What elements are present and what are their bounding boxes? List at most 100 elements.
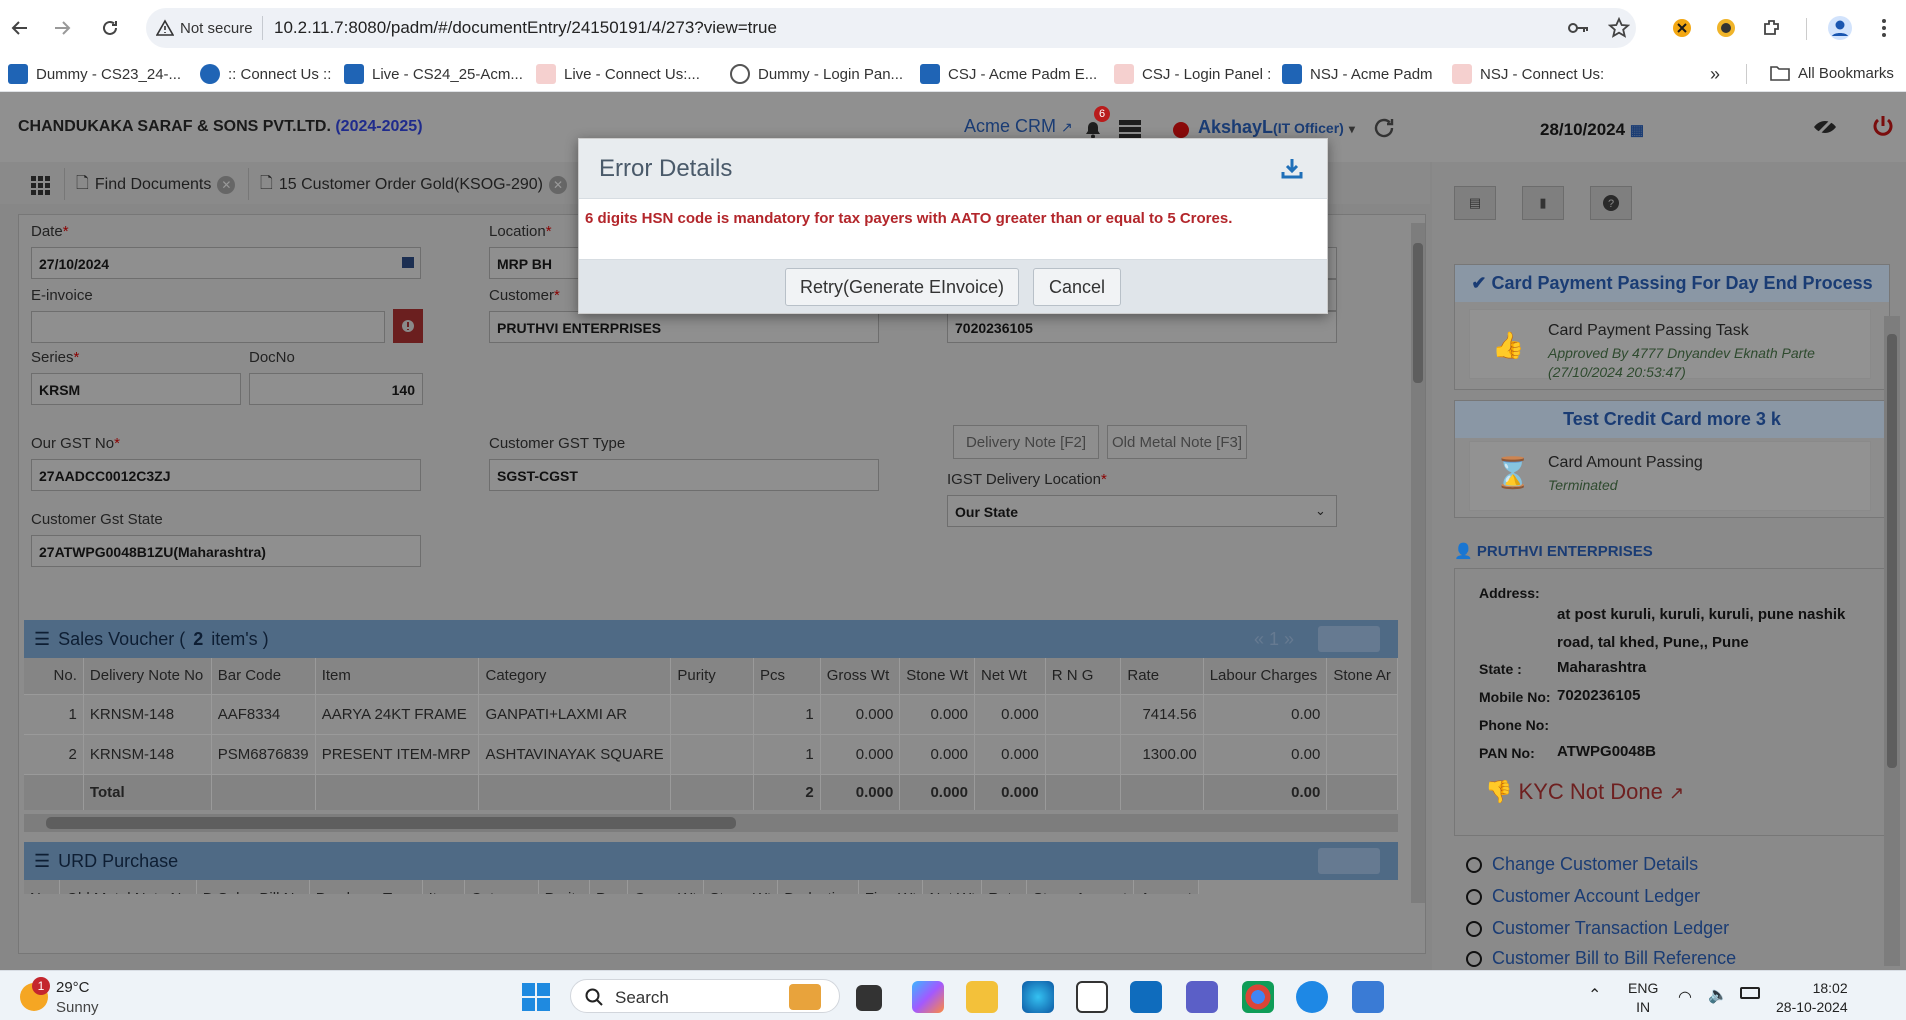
column-header[interactable]: Rate — [1120, 658, 1204, 694]
page-size-select[interactable] — [1318, 626, 1380, 652]
our-gst-field[interactable]: 27AADCC0012C3ZJ — [31, 459, 421, 491]
taskbar-search[interactable]: Search — [570, 979, 840, 1013]
column-header[interactable]: Purity — [538, 880, 590, 894]
table-row[interactable]: 1 KRNSM-148 AAF8334 AARYA 24KT FRAME GANPATI… — [24, 693, 1398, 734]
column-header[interactable]: No. — [24, 658, 84, 694]
bookmark-item[interactable]: Live - Connect Us:... — [536, 64, 700, 84]
column-header[interactable]: Gross Wt — [627, 880, 704, 894]
list-view-icon[interactable]: ▤ — [1454, 186, 1496, 220]
security-chip[interactable]: Not secure — [156, 16, 253, 40]
column-header[interactable]: Purchase Type — [309, 880, 423, 894]
column-header[interactable]: Item — [422, 880, 465, 894]
notepad-icon[interactable] — [1352, 981, 1384, 1013]
igst-select[interactable]: Our State — [947, 495, 1337, 527]
page-size-select[interactable] — [1318, 848, 1380, 874]
column-header[interactable]: Stone Ar — [1326, 658, 1398, 694]
book-icon[interactable]: ▮ — [1522, 186, 1564, 220]
scrollbar-thumb[interactable] — [1887, 334, 1897, 768]
address-bar[interactable]: Not secure 10.2.11.7:8080/padm/#/documen… — [146, 8, 1636, 48]
form-scrollbar[interactable] — [1411, 223, 1425, 903]
bookmark-item[interactable]: Dummy - Login Pan... — [730, 64, 903, 84]
column-header[interactable]: Stone Wt — [899, 658, 975, 694]
bookmark-star-icon[interactable] — [1608, 17, 1630, 39]
change-customer-link[interactable]: Change Customer Details — [1466, 854, 1698, 875]
mobile-field[interactable]: 7020236105 — [947, 311, 1337, 343]
all-bookmarks-button[interactable]: All Bookmarks — [1770, 64, 1894, 82]
extension-icon-1[interactable] — [1668, 14, 1696, 42]
customer-bill-link[interactable]: Customer Bill to Bill Reference — [1466, 948, 1736, 970]
app-date[interactable]: 28/10/2024 ▦ — [1540, 120, 1644, 140]
column-header[interactable]: Pcs — [589, 880, 629, 894]
bookmark-item[interactable]: CSJ - Login Panel : — [1114, 64, 1271, 84]
bookmark-item[interactable]: Dummy - CS23_24-... — [8, 64, 181, 84]
close-tab-icon[interactable]: ✕ — [217, 176, 236, 194]
tab-find-documents[interactable]: 🗋 Find Documents ✕ — [76, 170, 236, 200]
url-text[interactable]: 10.2.11.7:8080/padm/#/documentEntry/2415… — [274, 18, 777, 38]
chevron-up-icon[interactable]: ⌃ — [1588, 985, 1601, 1005]
docno-field[interactable]: 140 — [249, 373, 423, 405]
cust-gst-type-field[interactable]: SGST-CGST — [489, 459, 879, 491]
delivery-note-button[interactable]: Delivery Note [F2] — [953, 425, 1099, 459]
column-header[interactable]: D.Sales Bill No — [196, 880, 310, 894]
forward-button[interactable] — [46, 12, 78, 44]
customer-ledger-link[interactable]: Customer Account Ledger — [1466, 886, 1700, 907]
column-header[interactable]: No. — [24, 880, 61, 894]
battery-icon[interactable] — [1740, 987, 1760, 999]
pager[interactable]: « 1 » — [1254, 629, 1294, 650]
column-header[interactable]: Old Metal Note No — [59, 880, 197, 894]
task-item[interactable]: 👍 Card Payment Passing Task Approved By … — [1469, 309, 1871, 380]
phone-icon[interactable] — [1296, 981, 1328, 1013]
column-header[interactable]: Purity — [670, 658, 754, 694]
copilot-icon[interactable] — [912, 981, 944, 1013]
column-header[interactable]: Item — [315, 658, 480, 694]
language-indicator[interactable]: ENG IN — [1628, 979, 1658, 1017]
series-field[interactable]: KRSM — [31, 373, 241, 405]
cancel-button[interactable]: Cancel — [1033, 268, 1121, 306]
browser-menu-icon[interactable] — [1870, 14, 1898, 42]
column-header[interactable]: Category — [478, 658, 672, 694]
more-bookmarks-button[interactable]: » — [1710, 64, 1720, 85]
table-horizontal-scrollbar[interactable] — [24, 814, 1398, 832]
task-item[interactable]: ⌛ Card Amount Passing Terminated — [1469, 441, 1871, 511]
column-header[interactable]: Net Wt — [922, 880, 983, 894]
scrollbar-thumb[interactable] — [46, 817, 736, 829]
einvoice-info-button[interactable] — [393, 309, 423, 343]
profile-avatar-icon[interactable] — [1826, 14, 1854, 42]
date-field[interactable]: 27/10/2024 — [31, 247, 421, 279]
column-header[interactable]: Delivery Note No — [83, 658, 212, 694]
column-header[interactable]: Stone Wt — [703, 880, 779, 894]
customer-field[interactable]: PRUTHVI ENTERPRISES — [489, 311, 879, 343]
column-header[interactable]: Bar Code — [211, 658, 316, 694]
refresh-icon[interactable] — [1372, 116, 1396, 140]
column-header[interactable]: Amount — [1133, 880, 1199, 894]
file-explorer-icon[interactable] — [966, 981, 998, 1013]
column-header[interactable]: Gross Wt — [820, 658, 901, 694]
download-icon[interactable] — [1281, 157, 1303, 179]
volume-icon[interactable]: 🔈 — [1708, 985, 1728, 1005]
back-button[interactable] — [4, 12, 36, 44]
column-header[interactable]: Deduction — [777, 880, 859, 894]
reload-button[interactable] — [94, 12, 126, 44]
retry-generate-einvoice-button[interactable]: Retry(Generate EInvoice) — [785, 268, 1019, 306]
extensions-puzzle-icon[interactable] — [1758, 14, 1786, 42]
crm-link[interactable]: Acme CRM ↗ — [964, 116, 1073, 137]
password-key-icon[interactable] — [1566, 17, 1590, 39]
column-header[interactable]: Pcs — [753, 658, 821, 694]
column-header[interactable]: Category — [464, 880, 539, 894]
column-header[interactable]: R N G — [1045, 658, 1122, 694]
help-icon[interactable]: ? — [1590, 186, 1632, 220]
column-header[interactable]: Stone Amount — [1026, 880, 1135, 894]
extension-icon-2[interactable] — [1712, 14, 1740, 42]
tab-customer-order[interactable]: 🗋 15 Customer Order Gold(KSOG-290) ✕ — [260, 170, 567, 200]
edge-icon[interactable] — [1022, 981, 1054, 1013]
old-metal-note-button[interactable]: Old Metal Note [F3] — [1107, 425, 1247, 459]
bookmark-item[interactable]: NSJ - Acme Padm — [1282, 64, 1433, 84]
calendar-icon[interactable] — [401, 255, 415, 269]
windows-start-icon[interactable] — [520, 981, 552, 1013]
bookmark-item[interactable]: CSJ - Acme Padm E... — [920, 64, 1097, 84]
taskbar-clock[interactable]: 18:02 28-10-2024 — [1776, 979, 1848, 1017]
bookmark-item[interactable]: :: Connect Us :: — [200, 64, 331, 84]
cust-gst-state-field[interactable]: 27ATWPG0048B1ZU(Maharashtra) — [31, 535, 421, 567]
chrome-icon[interactable] — [1242, 981, 1274, 1013]
apps-grid-icon[interactable] — [30, 170, 50, 200]
